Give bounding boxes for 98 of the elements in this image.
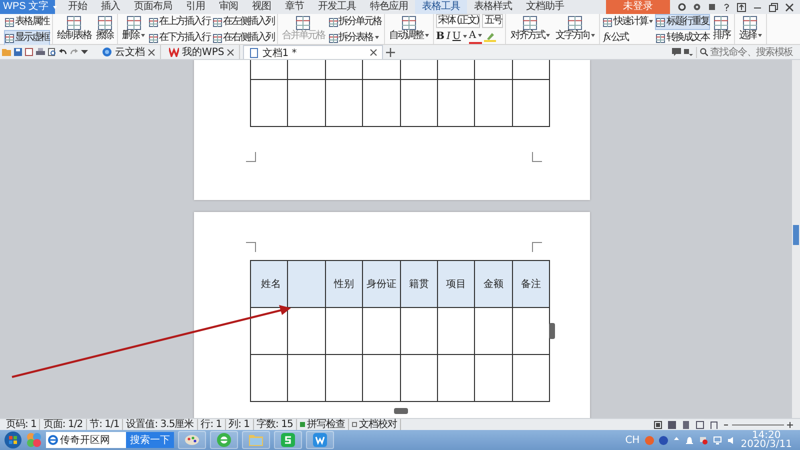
margin-corner-mark [246, 242, 256, 252]
comment-icon[interactable] [672, 48, 681, 56]
table-icon [149, 18, 158, 26]
ribbon-button[interactable]: 文字方向 [553, 15, 598, 43]
ribbon-button[interactable]: 自动调整 [387, 15, 431, 43]
ribbon-button[interactable]: 拆分表格 [328, 30, 382, 46]
search-icon [700, 48, 708, 56]
ribbon-button[interactable]: 标题行重复 [655, 14, 710, 30]
command-search-field[interactable]: 查找命令、搜索模板 [696, 46, 796, 58]
margin-corner-mark [246, 152, 256, 162]
table-cell: 金额 [475, 261, 513, 308]
printer-icon[interactable] [36, 48, 45, 56]
tab-label: 云文档 [115, 46, 145, 59]
menu-tab[interactable]: 表格样式 [467, 0, 519, 14]
table-icon [5, 34, 14, 42]
table-cell: 姓名 [251, 261, 288, 308]
paint-palette-icon[interactable] [184, 432, 200, 448]
table-icon [328, 18, 338, 26]
ribbon-button[interactable]: 在右侧插入列 [212, 30, 275, 46]
table-cell: 备注 [512, 261, 550, 308]
close-icon[interactable] [785, 2, 794, 12]
ribbon-button[interactable]: 显示虚框 [4, 30, 50, 46]
table-icon [656, 34, 666, 42]
table-cell: 项目 [438, 261, 476, 308]
table-icon [603, 18, 612, 26]
format-button[interactable]: U [452, 30, 467, 43]
menu-tab[interactable]: 开始 [61, 0, 94, 14]
ribbon-button[interactable]: 拆分单元格 [328, 14, 382, 30]
wps-logo-icon [169, 47, 179, 57]
preview-icon[interactable] [48, 48, 56, 56]
font-name-dropdown[interactable]: 宋体 (正文) [436, 14, 480, 28]
ribbon-button[interactable]: 删除 [120, 15, 147, 43]
document-tab[interactable]: 我的WPS [164, 45, 240, 59]
ribbon-button[interactable]: 表格属性 [4, 14, 50, 30]
tab-label: 文档1 * [262, 46, 297, 60]
new-tab-icon[interactable] [386, 48, 396, 56]
fullscreen-icon[interactable] [654, 420, 662, 428]
start-orb-icon[interactable] [4, 431, 22, 449]
ribbon-button[interactable]: 排序 [710, 15, 732, 43]
search-button[interactable]: 搜索一下 [126, 432, 174, 448]
dropdown-icon[interactable] [81, 50, 88, 54]
zoom-control-drawing[interactable] [724, 420, 794, 428]
menu-tab[interactable]: 页面布局 [127, 0, 179, 14]
restore-icon[interactable] [769, 2, 778, 12]
menu-tab[interactable]: 表格工具 [415, 0, 467, 14]
s-letter-app-icon[interactable] [280, 432, 296, 448]
menu-tab[interactable]: 文档助手 [519, 0, 571, 14]
table-icon [213, 34, 222, 42]
network-icon[interactable] [712, 436, 722, 444]
ribbon-button[interactable]: 在上方插入行 [148, 14, 211, 30]
document-icon[interactable] [25, 48, 33, 56]
menu-tab[interactable]: 开发工具 [311, 0, 363, 14]
font-size-dropdown[interactable]: 五号 [482, 14, 504, 28]
app-menu-button[interactable]: WPS 文字 [0, 0, 55, 14]
menu-tab[interactable]: 特色应用 [363, 0, 415, 14]
ribbon-button[interactable]: 绘制表格 [55, 15, 93, 43]
document-icon [249, 48, 260, 58]
ribbon-button[interactable]: 对齐方式 [508, 15, 552, 43]
document-tab[interactable]: 云文档 [97, 45, 161, 59]
menu-tab[interactable]: 视图 [245, 0, 278, 14]
menu-tab[interactable]: 引用 [179, 0, 212, 14]
close-icon[interactable] [148, 48, 155, 56]
table-icon [5, 18, 14, 26]
browser-search-field[interactable]: 传奇开区网 [46, 432, 126, 448]
table-icon [213, 18, 222, 26]
highlighter-icon[interactable] [484, 30, 496, 42]
table-cell: 身份证 [363, 261, 401, 308]
table-icon [328, 34, 338, 42]
cloud-icon [102, 47, 112, 57]
menu-tab[interactable]: 审阅 [212, 0, 245, 14]
menu-tab[interactable]: 插入 [94, 0, 127, 14]
ribbon-button[interactable]: 转换成文本 [655, 30, 710, 46]
ribbon-button[interactable]: fx公式 [602, 30, 654, 46]
table-add-row-handle[interactable] [394, 408, 408, 414]
table-icon [656, 18, 666, 26]
ribbon-button[interactable]: 擦除 [94, 15, 115, 43]
save-icon[interactable] [14, 48, 22, 56]
table-cell: 籍贯 [400, 261, 438, 308]
table-resize-handle[interactable] [549, 323, 555, 339]
ribbon-button[interactable]: 在左侧插入列 [212, 14, 275, 30]
w-letter-app-icon[interactable] [312, 432, 328, 448]
close-icon[interactable] [227, 48, 234, 56]
document-tab[interactable]: 文档1 * [243, 45, 384, 59]
close-icon[interactable] [370, 49, 378, 56]
bell-icon[interactable] [684, 436, 694, 444]
format-button[interactable]: B [436, 30, 444, 43]
margin-corner-mark [532, 152, 542, 162]
menu-tab[interactable]: 章节 [278, 0, 311, 14]
table-cell: 性别 [326, 261, 364, 308]
format-button[interactable]: I [446, 30, 450, 43]
ribbon-button[interactable]: 选择 [736, 15, 764, 43]
ribbon-button[interactable]: 在下方插入行 [148, 30, 211, 46]
undo-icon[interactable] [59, 48, 67, 56]
margin-corner-mark [532, 242, 542, 252]
table-icon [149, 34, 158, 42]
help-icon[interactable] [723, 3, 730, 11]
speaker-icon[interactable] [726, 436, 736, 444]
tab-label: 我的WPS [182, 46, 224, 59]
